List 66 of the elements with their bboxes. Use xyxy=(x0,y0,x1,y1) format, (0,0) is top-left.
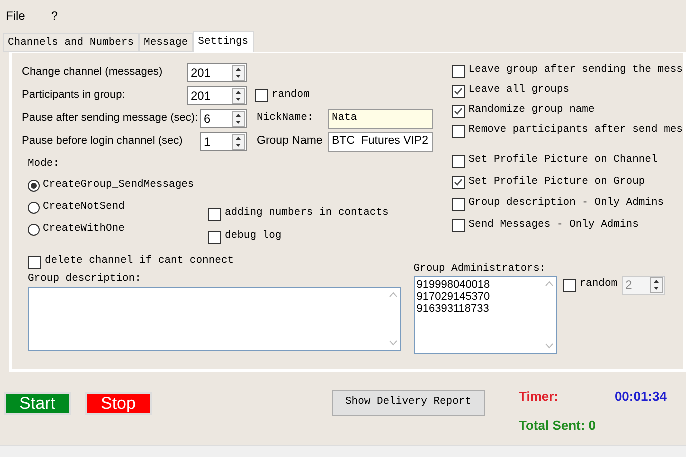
field-label: NickName: xyxy=(257,110,315,126)
checkmark-icon xyxy=(454,106,463,116)
checkbox-label: delete channel if cant connect xyxy=(45,254,234,270)
phone-number: 919998040018 xyxy=(416,279,490,291)
spin-arrows-icon[interactable] xyxy=(232,88,245,104)
checkmark-icon xyxy=(454,178,463,187)
checkbox-label: Remove participants after send mes xyxy=(468,123,683,138)
checkbox[interactable] xyxy=(452,124,465,138)
checkbox-label: random xyxy=(272,88,310,103)
timer-label: Timer: xyxy=(519,388,558,406)
nickname-field[interactable]: Nata xyxy=(328,108,433,128)
field-label: Group Name xyxy=(257,134,324,149)
total-sent: Total Sent: 0 xyxy=(519,416,598,434)
number-spinner[interactable]: 1 xyxy=(200,132,247,151)
checkbox[interactable] xyxy=(255,89,268,102)
checkbox-label: Set Profile Picture on Channel xyxy=(468,153,658,168)
menu-item[interactable]: ? xyxy=(51,6,58,24)
checkbox[interactable] xyxy=(452,154,465,168)
stop-button[interactable]: Stop xyxy=(85,392,152,415)
checkbox-label: Group description - Only Admins xyxy=(468,196,664,212)
checkbox[interactable] xyxy=(452,104,465,118)
number-spinner[interactable]: 6 xyxy=(200,109,247,128)
tab[interactable]: Settings xyxy=(193,31,254,52)
field-label: Pause before login channel (sec) xyxy=(22,134,184,150)
checkbox-label: Leave group after sending the mess xyxy=(468,63,683,78)
checkbox-label: random xyxy=(580,277,618,292)
checkbox[interactable] xyxy=(452,84,465,98)
group-administrators-label: Group Administrators: xyxy=(414,262,548,276)
checkbox[interactable] xyxy=(562,278,576,292)
start-button[interactable]: Start xyxy=(4,392,71,415)
checkbox-label: Set Profile Picture on Group xyxy=(468,174,646,190)
spin-arrows-icon[interactable] xyxy=(232,134,245,150)
checkbox-label: adding numbers in contacts xyxy=(225,206,389,222)
spin-arrows-icon[interactable] xyxy=(650,277,663,293)
checkbox-label: Randomize group name xyxy=(468,103,595,118)
tab[interactable]: Message xyxy=(139,33,194,52)
radio-label: CreateWithOne xyxy=(43,222,125,238)
show-delivery-report-button[interactable]: Show Delivery Report xyxy=(332,390,485,416)
checkbox-label: Leave all groups xyxy=(468,83,570,98)
checkbox[interactable] xyxy=(452,198,465,210)
spin-arrows-icon[interactable] xyxy=(232,110,245,126)
checkbox-label: Send Messages - Only Admins xyxy=(468,218,639,233)
radio-button[interactable] xyxy=(28,224,40,236)
checkbox[interactable] xyxy=(452,219,465,232)
number-spinner[interactable]: 201 xyxy=(187,86,247,105)
menu-item[interactable]: File xyxy=(6,6,26,24)
radio-button[interactable] xyxy=(28,202,40,214)
phone-number: 917029145370 xyxy=(416,291,490,303)
mode-label: Mode: xyxy=(28,157,61,172)
radio-button[interactable] xyxy=(28,180,40,192)
checkbox[interactable] xyxy=(452,64,465,78)
checkbox[interactable] xyxy=(28,256,41,268)
radio-label: CreateGroup_SendMessages xyxy=(43,178,194,194)
spin-arrows-icon[interactable] xyxy=(232,64,245,80)
checkbox[interactable] xyxy=(452,176,465,189)
group-name-field[interactable]: BTC Futures VIP2 xyxy=(328,132,433,152)
tab[interactable]: Channels and Numbers xyxy=(3,33,140,52)
radio-label: CreateNotSend xyxy=(43,200,125,216)
number-spinner[interactable]: 201 xyxy=(187,63,247,82)
checkmark-icon xyxy=(454,86,463,96)
checkbox[interactable] xyxy=(208,230,221,244)
phone-number: 916393118733 xyxy=(416,303,490,315)
field-label: Pause after sending message (sec): xyxy=(22,111,198,126)
timer-value: 00:01:34 xyxy=(614,388,667,406)
checkbox[interactable] xyxy=(208,208,221,220)
checkbox-label: debug log xyxy=(225,229,282,244)
